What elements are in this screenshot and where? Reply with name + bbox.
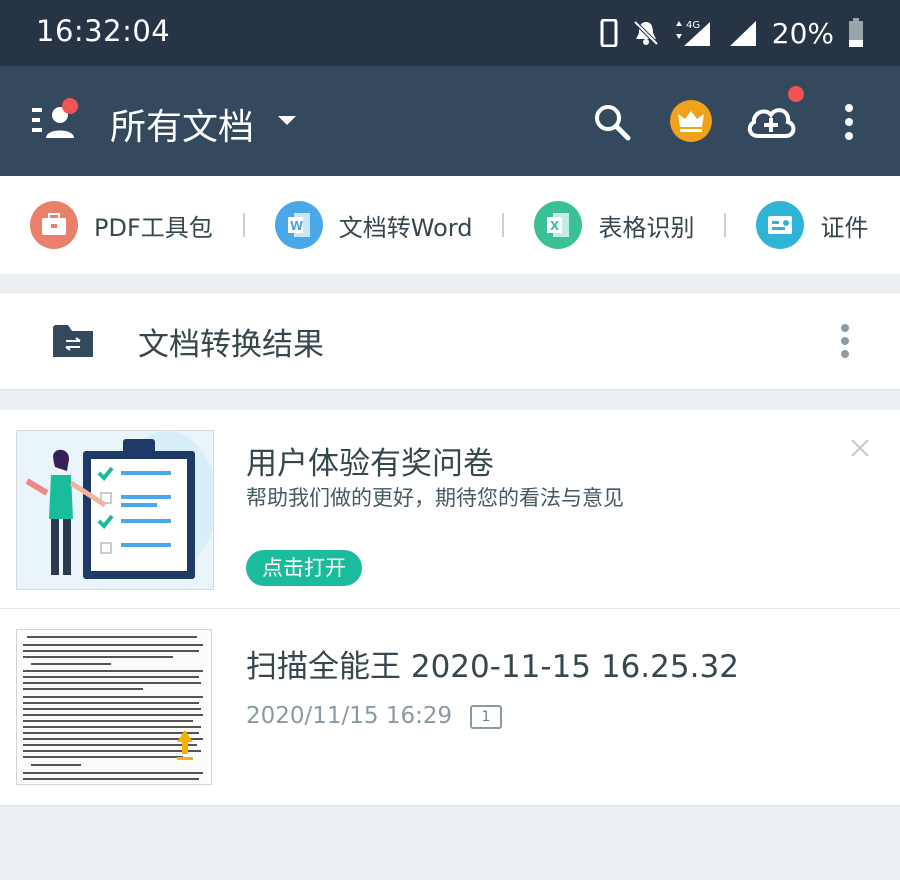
survey-title: 用户体验有奖问卷 bbox=[246, 446, 494, 482]
search-button[interactable] bbox=[592, 102, 632, 142]
mute-bell-icon bbox=[633, 20, 659, 46]
folder-title: 文档转换结果 bbox=[138, 327, 324, 363]
battery-percent: 20% bbox=[771, 16, 834, 50]
tool-icon-circle: W bbox=[274, 201, 323, 249]
toolbox-icon bbox=[42, 213, 66, 235]
divider bbox=[502, 213, 505, 237]
signal-4g-icon: 4G bbox=[675, 20, 710, 46]
id-card-icon bbox=[768, 216, 793, 234]
tool-table-recognition[interactable]: X 表格识别 bbox=[534, 176, 694, 274]
svg-text:4G: 4G bbox=[686, 20, 700, 31]
tool-pdf-toolkit[interactable]: PDF工具包 bbox=[30, 176, 213, 274]
battery-icon bbox=[849, 18, 863, 47]
word-icon: W bbox=[287, 213, 310, 237]
dropdown-caret-icon[interactable] bbox=[278, 116, 296, 125]
notification-dot bbox=[62, 98, 78, 114]
survey-subtitle: 帮助我们做的更好，期待您的看法与意见 bbox=[246, 486, 624, 510]
tool-label: 表格识别 bbox=[598, 213, 695, 242]
cloud-upload-icon bbox=[747, 108, 796, 138]
crown-icon bbox=[678, 111, 704, 132]
divider bbox=[724, 213, 727, 237]
document-title: 扫描全能王 2020-11-15 16.25.32 bbox=[246, 649, 739, 685]
tool-doc-to-word[interactable]: W 文档转Word bbox=[274, 176, 473, 274]
tool-icon-circle: X bbox=[534, 201, 583, 249]
document-page-preview bbox=[23, 636, 203, 780]
document-thumbnail bbox=[16, 629, 212, 785]
signal-icon bbox=[729, 21, 756, 46]
tool-label: PDF工具包 bbox=[94, 213, 213, 242]
tools-row: PDF工具包 W 文档转Word X 表格识别 证件 bbox=[0, 176, 900, 274]
tool-label: 文档转Word bbox=[338, 213, 473, 242]
tool-id-card[interactable]: 证件 bbox=[756, 176, 868, 274]
survey-illustration bbox=[16, 430, 214, 590]
more-icon bbox=[845, 104, 853, 140]
convert-folder-icon bbox=[53, 325, 93, 357]
status-bar: 16:32:04 4G 20% bbox=[0, 0, 900, 66]
document-item[interactable]: 扫描全能王 2020-11-15 16.25.32 2020/11/15 16:… bbox=[0, 609, 900, 806]
page-title[interactable]: 所有文档 bbox=[110, 98, 254, 150]
cloud-upload-button[interactable] bbox=[744, 86, 804, 142]
phone-icon bbox=[600, 19, 618, 47]
document-date: 2020/11/15 16:29 bbox=[246, 703, 453, 729]
more-icon[interactable] bbox=[836, 323, 854, 359]
excel-icon: X bbox=[547, 213, 570, 237]
app-bar: 所有文档 bbox=[0, 66, 900, 176]
status-time: 16:32:04 bbox=[36, 14, 171, 48]
search-icon bbox=[595, 105, 631, 141]
notification-dot bbox=[788, 86, 804, 102]
vip-button[interactable] bbox=[670, 100, 712, 142]
status-icons: 4G 20% bbox=[586, 12, 864, 54]
page-count-badge: 1 bbox=[470, 705, 502, 729]
convert-result-folder[interactable]: 文档转换结果 bbox=[0, 292, 900, 390]
divider bbox=[242, 213, 245, 237]
svg-text:X: X bbox=[550, 219, 560, 233]
tool-icon-circle bbox=[756, 201, 805, 249]
clipboard-illustration bbox=[25, 431, 213, 579]
more-button[interactable] bbox=[840, 102, 858, 142]
menu-button[interactable] bbox=[30, 98, 80, 144]
open-survey-button[interactable]: 点击打开 bbox=[246, 550, 362, 586]
svg-text:W: W bbox=[290, 219, 303, 233]
tool-label: 证件 bbox=[820, 213, 869, 242]
tool-icon-circle bbox=[30, 201, 78, 249]
survey-card[interactable]: 用户体验有奖问卷 帮助我们做的更好，期待您的看法与意见 点击打开 bbox=[0, 410, 900, 609]
close-icon[interactable] bbox=[848, 436, 872, 460]
